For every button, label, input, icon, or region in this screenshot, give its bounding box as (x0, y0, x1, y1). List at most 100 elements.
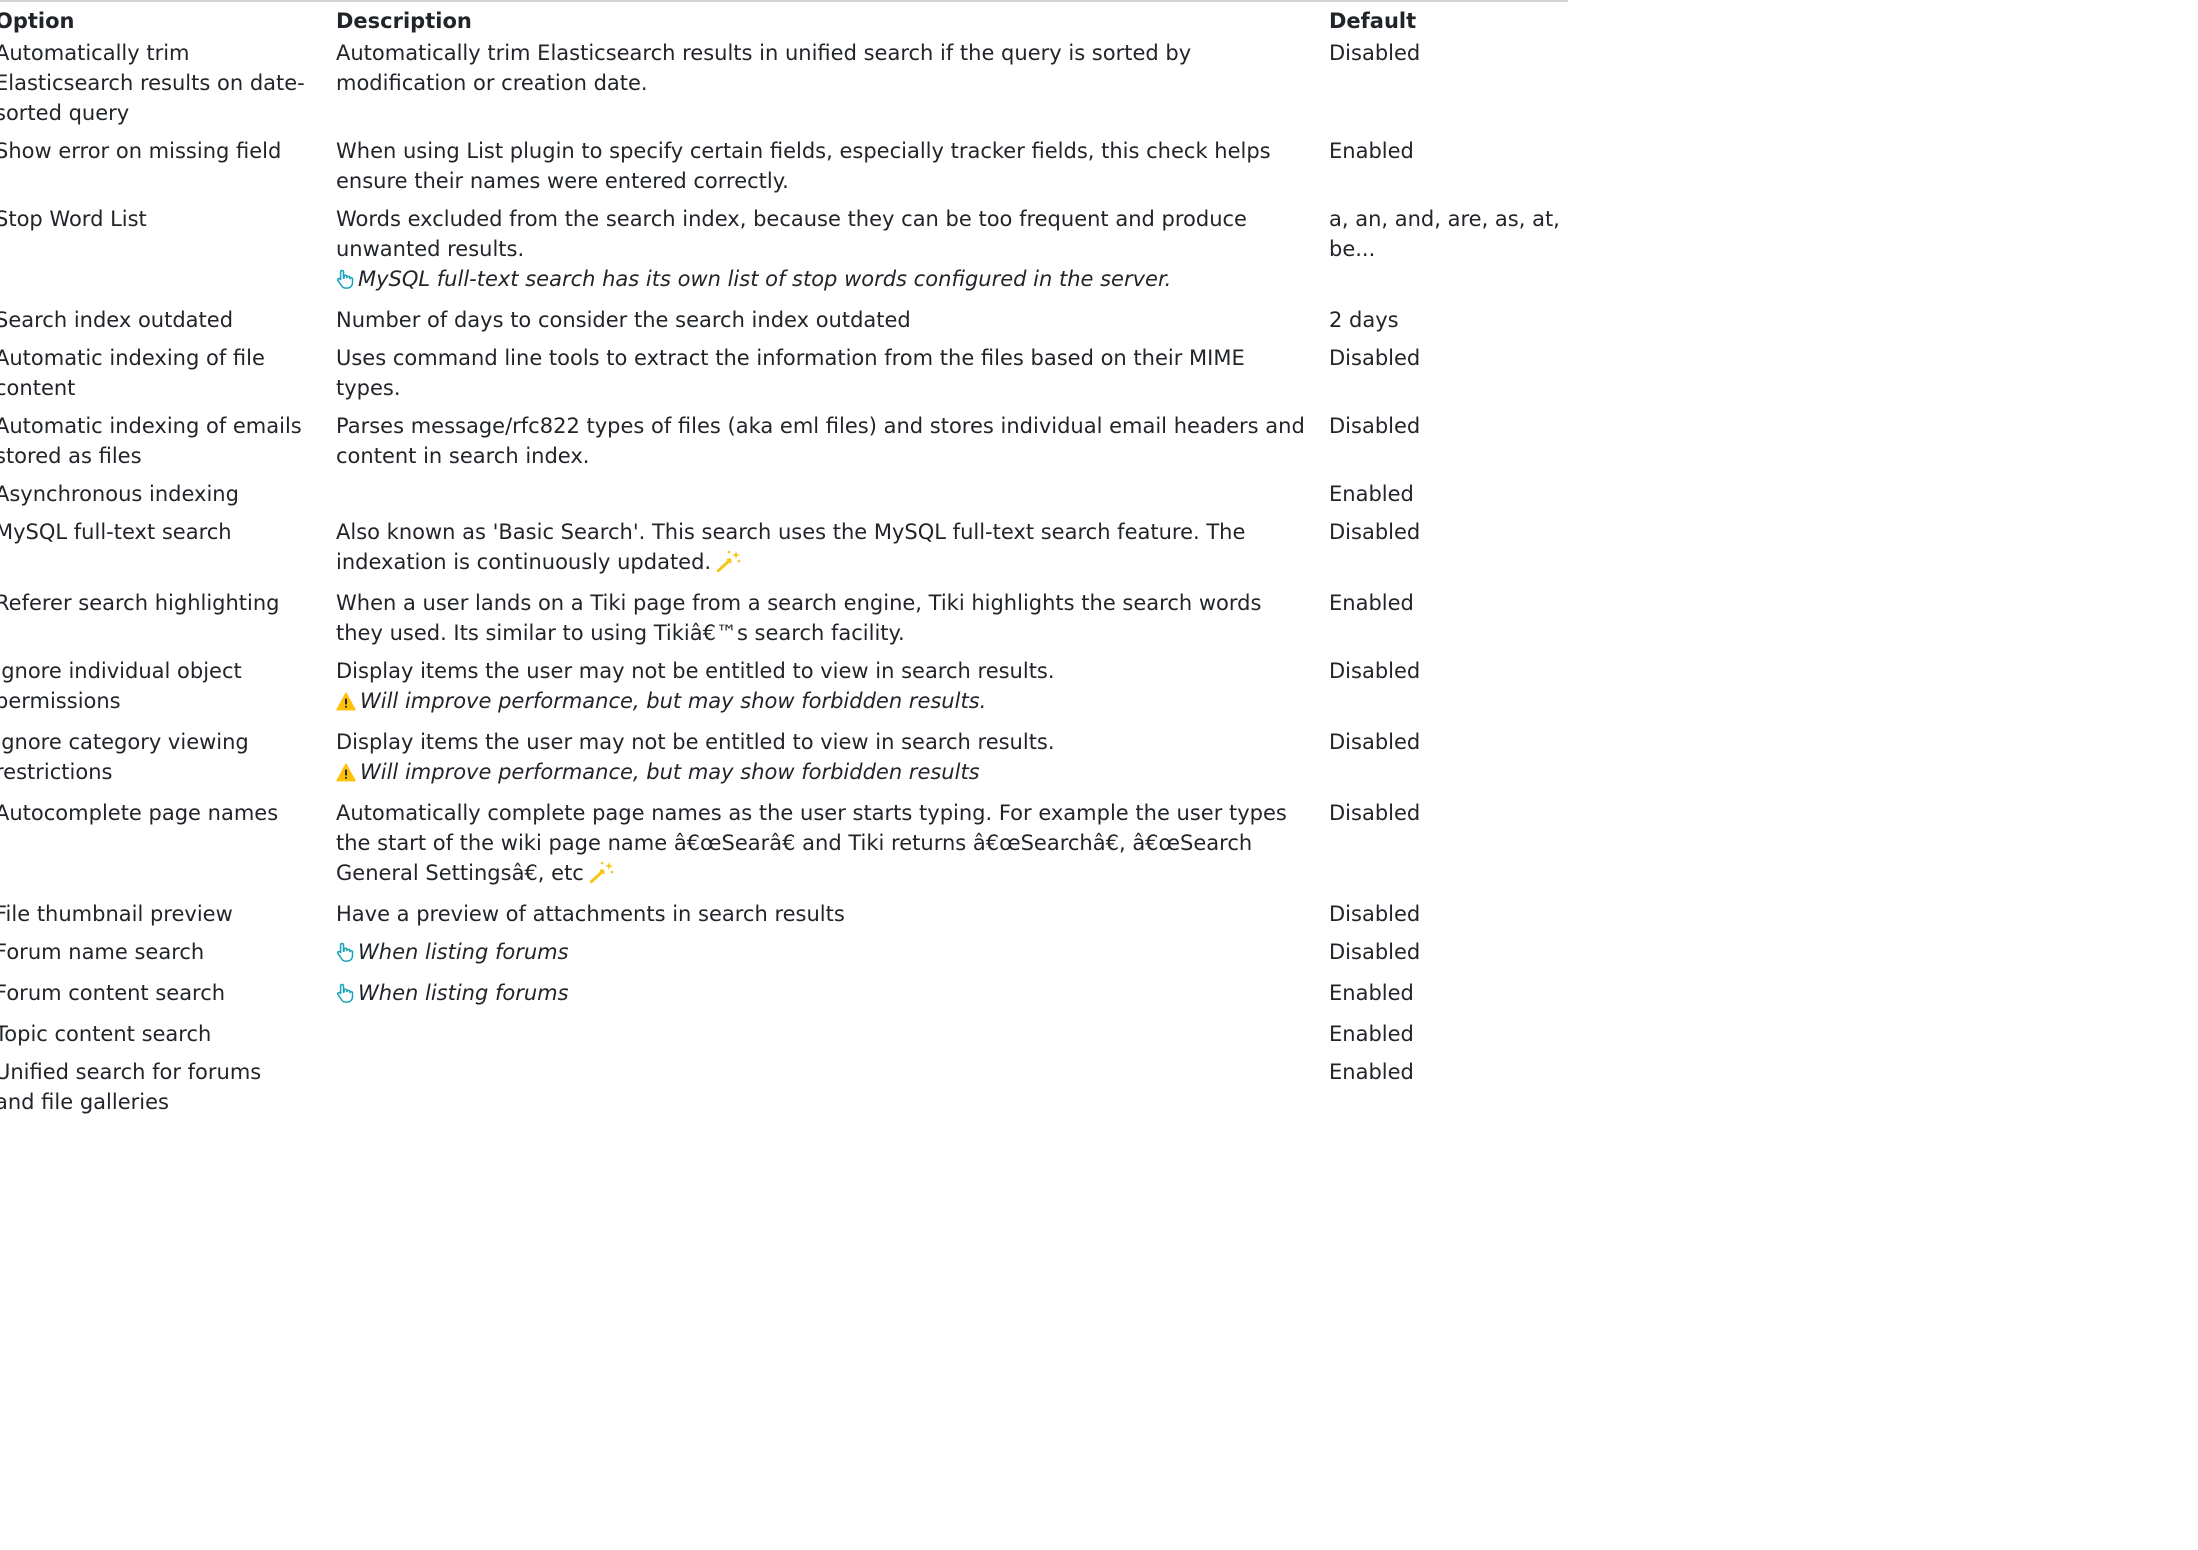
option-cell: Asynchronous indexing (0, 482, 239, 506)
table-row: Search index outdated Number of days to c… (0, 305, 1580, 343)
help-note: When listing forums (336, 937, 1307, 970)
column-header-option: Option (0, 9, 75, 33)
description-cell: Display items the user may not be entitl… (336, 656, 1329, 727)
warning-icon (336, 689, 356, 719)
option-cell: Automatic indexing of emails stored as f… (0, 414, 302, 468)
table-row: File thumbnail preview Have a preview of … (0, 899, 1580, 937)
help-note: When listing forums (336, 978, 1307, 1011)
option-cell: Forum content search (0, 981, 226, 1005)
option-cell: MySQL full-text search (0, 520, 232, 544)
description-cell (336, 1019, 1329, 1057)
description-cell: Words excluded from the search index, be… (336, 204, 1329, 305)
description-cell: Uses command line tools to extract the i… (336, 343, 1329, 411)
table-row: Show error on missing field When using Li… (0, 136, 1580, 204)
option-cell: Ignore category viewing restrictions (0, 730, 249, 784)
description-text: Automatically complete page names as the… (336, 801, 1287, 885)
help-note-text: When listing forums (358, 981, 569, 1005)
help-note-text: MySQL full-text search has its own list … (358, 267, 1172, 291)
warning-icon (336, 760, 356, 790)
description-cell: Also known as 'Basic Search'. This searc… (336, 517, 1329, 588)
table-row: Stop Word List Words excluded from the se… (0, 204, 1580, 305)
description-text: Also known as 'Basic Search'. This searc… (336, 520, 1246, 574)
description-cell: When a user lands on a Tiki page from a … (336, 588, 1329, 656)
default-cell: Enabled (1329, 139, 1414, 163)
default-cell: Enabled (1329, 482, 1414, 506)
table-row: Asynchronous indexing Enabled (0, 479, 1580, 517)
option-cell: Topic content search (0, 1022, 212, 1046)
option-cell: Stop Word List (0, 207, 147, 231)
column-header-default: Default (1329, 9, 1417, 33)
help-note-text: Will improve performance, but may show f… (360, 760, 980, 784)
table-row: Automatically trim Elasticsearch results… (0, 38, 1580, 136)
description-cell: When listing forums (336, 937, 1329, 978)
help-note: Will improve performance, but may show f… (336, 686, 1307, 719)
description-text: Display items the user may not be entitl… (336, 730, 1055, 754)
table-row: Referer search highlighting When a user l… (0, 588, 1580, 656)
table-row: MySQL full-text search Also known as 'Bas… (0, 517, 1580, 588)
default-cell: Disabled (1329, 902, 1421, 926)
default-cell: Enabled (1329, 981, 1414, 1005)
default-cell: Disabled (1329, 730, 1421, 754)
help-note: MySQL full-text search has its own list … (336, 264, 1307, 297)
description-cell (336, 1057, 1329, 1125)
option-cell: Search index outdated (0, 308, 234, 332)
description-text: Have a preview of attachments in search … (336, 902, 845, 926)
description-cell: When using List plugin to specify certai… (336, 136, 1329, 204)
hand-pointer-icon (336, 267, 354, 297)
description-text: Number of days to consider the search in… (336, 308, 911, 332)
hand-pointer-icon (336, 940, 354, 970)
description-cell: Number of days to consider the search in… (336, 305, 1329, 343)
default-cell: 2 days (1329, 308, 1399, 332)
description-cell: Display items the user may not be entitl… (336, 727, 1329, 798)
default-cell: Enabled (1329, 591, 1414, 615)
description-cell: Automatically complete page names as the… (336, 798, 1329, 899)
description-text: Uses command line tools to extract the i… (336, 346, 1245, 400)
table-row: Ignore category viewing restrictions Disp… (0, 727, 1580, 798)
option-cell: Unified search for forums and file galle… (0, 1060, 262, 1114)
option-cell: File thumbnail preview (0, 902, 233, 926)
table-row: Forum content search When listing forums E… (0, 978, 1580, 1019)
magic-wand-icon (589, 861, 614, 891)
option-cell: Ignore individual object permissions (0, 659, 242, 713)
default-cell: Disabled (1329, 940, 1421, 964)
header-row: Option Description Default (0, 0, 1580, 38)
default-cell: Enabled (1329, 1060, 1414, 1084)
option-cell: Autocomplete page names (0, 801, 279, 825)
description-text: Automatically trim Elasticsearch results… (336, 41, 1192, 95)
hand-pointer-icon (336, 981, 354, 1011)
default-cell: Enabled (1329, 1022, 1414, 1046)
description-cell: Automatically trim Elasticsearch results… (336, 38, 1329, 136)
magic-wand-icon (716, 550, 741, 580)
table-row: Autocomplete page names Automatically com… (0, 798, 1580, 899)
default-cell: a, an, and, are, as, at, be... (1329, 207, 1560, 261)
default-cell: Disabled (1329, 801, 1421, 825)
description-cell: When listing forums (336, 978, 1329, 1019)
table-body: Automatically trim Elasticsearch results… (0, 38, 1580, 1125)
description-cell: Have a preview of attachments in search … (336, 899, 1329, 937)
option-cell: Referer search highlighting (0, 591, 280, 615)
option-cell: Forum name search (0, 940, 205, 964)
default-cell: Disabled (1329, 414, 1421, 438)
table-row: Topic content search Enabled (0, 1019, 1580, 1057)
description-text: When using List plugin to specify certai… (336, 139, 1271, 193)
help-note-text: When listing forums (358, 940, 569, 964)
preferences-table: Option Description Default Automatically… (0, 0, 1580, 1125)
description-cell: Parses message/rfc822 types of files (ak… (336, 411, 1329, 479)
description-text: Words excluded from the search index, be… (336, 207, 1247, 261)
table-row: Unified search for forums and file galle… (0, 1057, 1580, 1125)
help-note-text: Will improve performance, but may show f… (360, 689, 987, 713)
default-cell: Disabled (1329, 520, 1421, 544)
table-row: Automatic indexing of file content Uses c… (0, 343, 1580, 411)
table-row: Forum name search When listing forums Disa… (0, 937, 1580, 978)
option-cell: Show error on missing field (0, 139, 282, 163)
option-cell: Automatic indexing of file content (0, 346, 265, 400)
default-cell: Disabled (1329, 41, 1421, 65)
description-text: When a user lands on a Tiki page from a … (336, 591, 1262, 645)
description-cell (336, 479, 1329, 517)
option-cell: Automatically trim Elasticsearch results… (0, 41, 305, 125)
description-text: Display items the user may not be entitl… (336, 659, 1055, 683)
column-header-description: Description (336, 9, 472, 33)
table-row: Ignore individual object permissions Disp… (0, 656, 1580, 727)
help-note: Will improve performance, but may show f… (336, 757, 1307, 790)
table-row: Automatic indexing of emails stored as f… (0, 411, 1580, 479)
